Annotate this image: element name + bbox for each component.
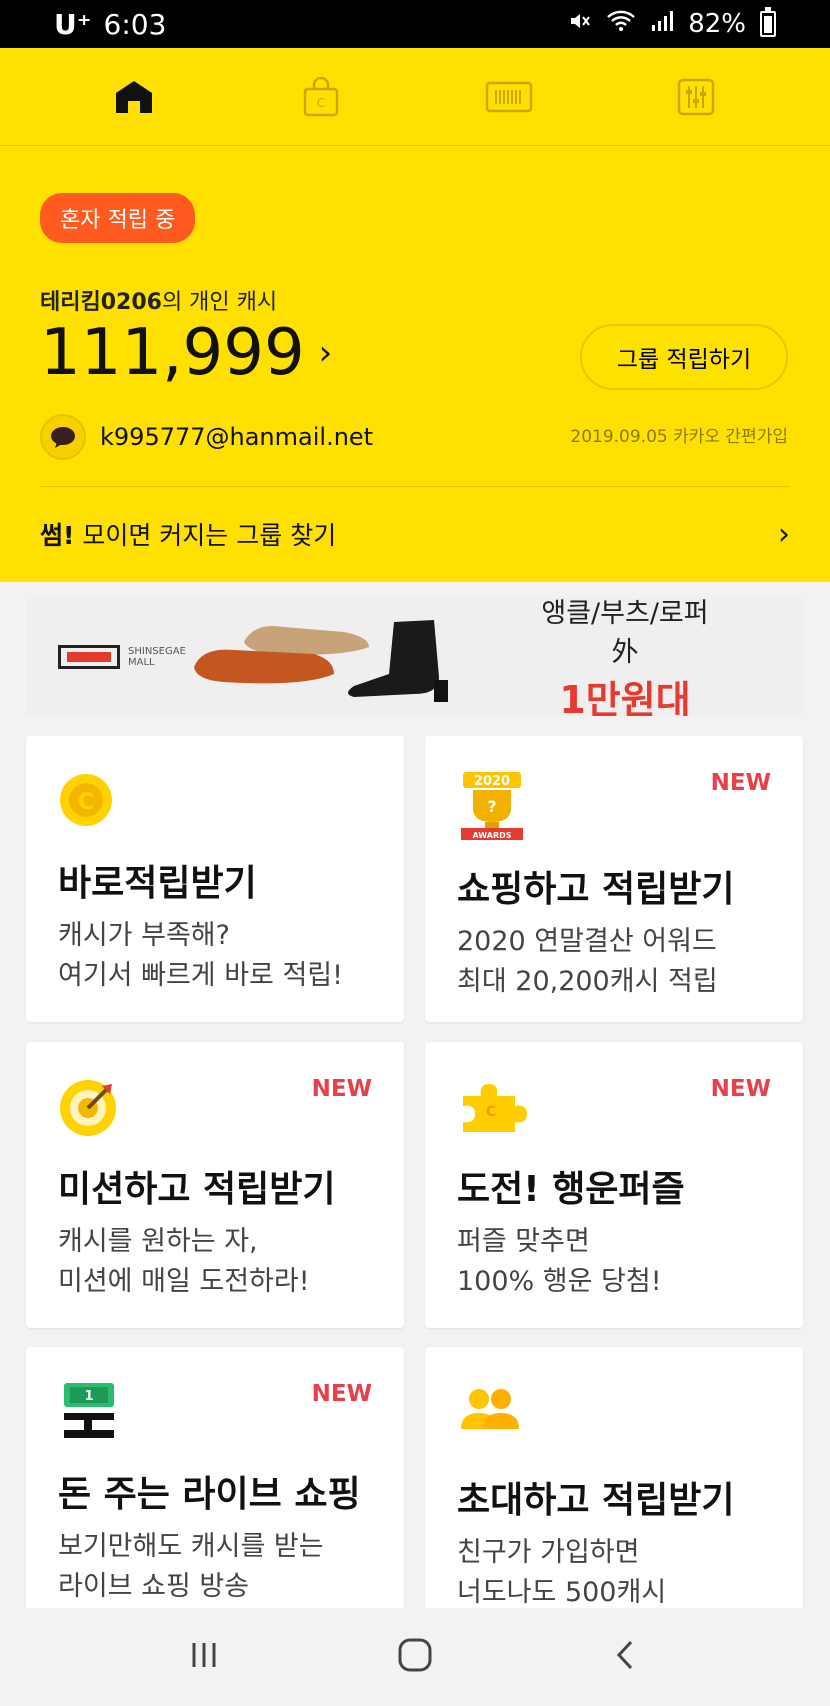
svg-text:C: C — [317, 96, 325, 110]
card-title: 도전! 행운퍼즐 — [457, 1169, 685, 1210]
card-desc-line: 너도나도 500캐시 — [457, 1577, 667, 1608]
banner-line2: 1만원대 — [559, 677, 691, 717]
card-lucky-puzzle[interactable]: C NEW 도전! 행운퍼즐 퍼즐 맞추면 100% 행운 당첨! — [425, 1042, 803, 1328]
find-group-link[interactable]: 썸! 모이면 커지는 그룹 찾기 › — [40, 504, 790, 564]
find-group-text: 모이면 커지는 그룹 찾기 — [82, 521, 337, 550]
new-badge: NEW — [311, 1076, 372, 1102]
some-label: 썸! — [40, 521, 75, 550]
home-circle-icon — [398, 1638, 432, 1672]
top-tab-bar: C — [0, 48, 830, 146]
new-badge: NEW — [710, 770, 771, 796]
owner-label: 테리킴0206의 개인 캐시 — [40, 284, 277, 316]
new-badge: NEW — [710, 1076, 771, 1102]
card-live-shopping[interactable]: 1 NEW 돈 주는 라이브 쇼핑 보기만해도 캐시를 받는 라이브 쇼핑 방송 — [26, 1347, 404, 1633]
card-desc-line: 100% 행운 당첨! — [457, 1266, 662, 1297]
shopping-bag-icon: C — [304, 76, 339, 116]
clock: 6:03 — [103, 7, 167, 41]
card-title: 바로적립받기 — [58, 863, 257, 904]
cash-balance[interactable]: 111,999 › — [40, 316, 332, 390]
card-title: 돈 주는 라이브 쇼핑 — [58, 1474, 361, 1515]
card-desc-line: 최대 20,200캐시 적립 — [457, 966, 718, 997]
awards-trophy-icon: 2020? AWARDS — [457, 770, 523, 840]
svg-text:C: C — [486, 1104, 496, 1120]
battery-percent: 82% — [688, 9, 746, 39]
join-date: 2019.09.05 카카오 간편가입 — [570, 427, 788, 447]
svg-text:AWARDS: AWARDS — [472, 831, 511, 840]
card-desc-line: 친구가 가입하면 — [457, 1537, 640, 1568]
card-mission-savings[interactable]: NEW 미션하고 적립받기 캐시를 원하는 자, 미션에 매일 도전하라! — [26, 1042, 404, 1328]
carrier-label: U⁺ — [54, 7, 92, 41]
recent-apps-button[interactable] — [187, 1638, 221, 1676]
system-nav-bar — [0, 1608, 830, 1706]
new-badge: NEW — [311, 1381, 372, 1407]
savings-mode-badge: 혼자 적립 중 — [40, 193, 196, 243]
chevron-right-icon: › — [318, 333, 333, 373]
card-desc-line: 캐시를 원하는 자, — [58, 1226, 258, 1257]
card-desc: 퍼즐 맞추면 100% 행운 당첨! — [457, 1222, 662, 1302]
puzzle-icon: C — [457, 1076, 527, 1140]
barcode-icon — [485, 81, 532, 112]
group-savings-button[interactable]: 그룹 적립하기 — [580, 324, 788, 390]
card-desc-line: 2020 연말결산 어워드 — [457, 926, 717, 957]
card-desc-line: 보기만해도 캐시를 받는 — [58, 1531, 324, 1562]
svg-text:?: ? — [487, 797, 496, 816]
brand-name: SHINSEGAE MALL — [128, 646, 186, 668]
chevron-right-icon: › — [778, 516, 790, 552]
svg-text:C: C — [78, 790, 94, 815]
account-email: k995777@hanmail.net — [100, 423, 374, 451]
sliders-icon — [678, 78, 715, 115]
account-header: C 혼자 적립 중 테리킴0206의 개인 캐시 111,999 › 그룹 적립… — [0, 48, 830, 582]
balance-value: 111,999 — [40, 316, 305, 390]
card-title: 미션하고 적립받기 — [58, 1169, 336, 1210]
card-desc: 캐시를 원하는 자, 미션에 매일 도전하라! — [58, 1222, 310, 1302]
signal-icon — [650, 9, 674, 40]
card-desc-line: 라이브 쇼핑 방송 — [58, 1571, 250, 1602]
account-email-row: k995777@hanmail.net — [40, 414, 373, 460]
banner-line1: 앵클/부츠/로퍼 外 — [541, 598, 709, 668]
card-desc: 보기만해도 캐시를 받는 라이브 쇼핑 방송 — [58, 1527, 324, 1607]
owner-suffix: 의 개인 캐시 — [161, 290, 278, 315]
tab-home[interactable] — [104, 67, 164, 127]
card-desc-line: 미션에 매일 도전하라! — [58, 1266, 310, 1297]
divider — [40, 486, 790, 487]
home-button[interactable] — [396, 1636, 434, 1678]
card-desc: 친구가 가입하면 너도나도 500캐시 — [457, 1533, 666, 1613]
wifi-icon — [606, 9, 636, 40]
battery-icon — [760, 7, 776, 37]
svg-text:1: 1 — [84, 1389, 93, 1404]
tab-barcode[interactable] — [479, 67, 539, 127]
card-desc-line: 캐시가 부족해? — [58, 920, 230, 951]
kakao-talk-icon — [40, 414, 86, 460]
friends-icon — [457, 1381, 521, 1445]
card-desc: 2020 연말결산 어워드 최대 20,200캐시 적립 — [457, 922, 718, 1002]
card-invite-savings[interactable]: 초대하고 적립받기 친구가 가입하면 너도나도 500캐시 — [425, 1347, 803, 1633]
shoes-image — [184, 602, 524, 712]
card-title: 초대하고 적립받기 — [457, 1480, 735, 1521]
card-instant-savings[interactable]: C 바로적립받기 캐시가 부족해? 여기서 빠르게 바로 적립! — [26, 736, 404, 1022]
back-icon — [616, 1640, 632, 1670]
recent-apps-icon — [192, 1643, 216, 1667]
tab-shop[interactable]: C — [291, 67, 351, 127]
shinsegae-logo-icon — [58, 645, 120, 669]
banner-headline: 앵클/부츠/로퍼 外 1만원대 — [524, 598, 772, 716]
money-live-icon: 1 — [58, 1381, 122, 1445]
brand-logo: SHINSEGAE MALL — [58, 645, 186, 669]
card-desc-line: 퍼즐 맞추면 — [457, 1226, 590, 1257]
back-button[interactable] — [609, 1638, 643, 1676]
status-bar: U⁺ 6:03 82% — [0, 0, 830, 48]
home-icon — [115, 80, 152, 113]
mute-icon — [568, 9, 592, 40]
card-title: 쇼핑하고 적립받기 — [457, 869, 735, 910]
card-shopping-savings[interactable]: 2020? AWARDS NEW 쇼핑하고 적립받기 2020 연말결산 어워드 … — [425, 736, 803, 1022]
svg-text:2020: 2020 — [474, 774, 510, 789]
card-desc: 캐시가 부족해? 여기서 빠르게 바로 적립! — [58, 916, 343, 996]
tab-settings[interactable] — [666, 67, 726, 127]
cash-coin-icon: C — [58, 770, 122, 834]
target-icon — [58, 1076, 122, 1140]
owner-name: 테리킴0206 — [40, 290, 162, 315]
card-desc-line: 여기서 빠르게 바로 적립! — [58, 960, 343, 991]
promo-banner[interactable]: SHINSEGAE MALL 앵클/부츠/로퍼 外 1만원대 — [26, 598, 804, 716]
